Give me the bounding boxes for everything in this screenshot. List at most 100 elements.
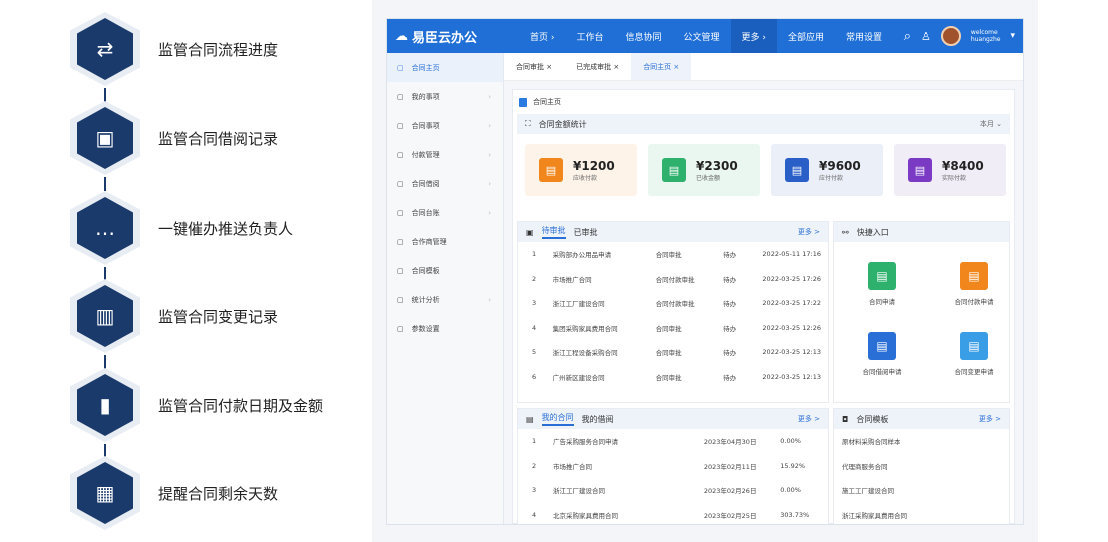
period-select[interactable]: 本月 ⌄ — [980, 119, 1002, 129]
tab-approved[interactable]: 已审批 — [574, 227, 598, 238]
table-cell: 采购部办公用品申请 — [552, 251, 612, 260]
table-cell: 合同付款审批 — [655, 300, 695, 309]
tab-my-contracts[interactable]: 我的合同 — [541, 412, 574, 426]
table-cell: 2023年02月26日 — [703, 487, 757, 496]
quick-entry[interactable]: ▤ 合同付款申请 — [944, 262, 1004, 306]
sidebar: ▢ 合同主页 ▢ 我的事项 › ▢ 合同事项 › ▢ 付款管理 › ▢ 合同借阅 › ▢ 合同台账 › ▢ 合作商管… — [387, 53, 504, 524]
table-cell: 303.73% — [780, 510, 810, 519]
nav-item[interactable]: 常用设置 — [835, 19, 893, 53]
feature-item: ▮ 监管合同付款日期及金额 — [70, 368, 323, 442]
menu-icon: ▢ — [397, 150, 404, 159]
template-item[interactable]: 代理商服务合同 — [834, 454, 1009, 479]
table-row[interactable]: 1 采购部办公用品申请 合同审批 待办 2022-05-11 17:16 — [518, 242, 828, 267]
feature-label: 一键催办推送负责人 — [158, 219, 294, 238]
template-item[interactable]: 原材料采购合同样本 — [834, 429, 1009, 454]
quick-entry[interactable]: ▤ 合同变更申请 — [944, 332, 1004, 376]
form-icon: ▤ — [868, 262, 896, 290]
top-nav-bar: ☁ 易臣云办公 首页 › 工作台 信息协同 公文管理 更多 › 全部应用 常用设置 ⌕ ♙ w… — [387, 19, 1023, 53]
template-item[interactable]: 浙江采购家具费用合同 — [834, 503, 1009, 525]
table-row[interactable]: 3 浙江工厂建设合同 合同付款审批 待办 2022-03-25 17:22 — [518, 291, 828, 316]
cloud-icon: ☁ — [395, 28, 408, 44]
quick-entry[interactable]: ▤ 合同申请 — [852, 262, 912, 306]
nav-item[interactable]: 首页 › — [519, 19, 565, 53]
org-icon[interactable]: ♙ — [921, 30, 931, 43]
nav-item[interactable]: 信息协同 — [614, 19, 672, 53]
sidebar-item-label: 合同借阅 — [411, 179, 440, 188]
sidebar-item[interactable]: ▢ 合同主页 — [387, 53, 503, 82]
tab-my-borrow[interactable]: 我的借阅 — [582, 414, 614, 425]
chevron-right-icon: › — [488, 208, 491, 217]
sidebar-item[interactable]: ▢ 合同借阅 › — [387, 169, 503, 198]
search-icon[interactable]: ⌕ — [904, 29, 911, 44]
table-row[interactable]: 3 浙江工厂建设合同 2023年02月26日 0.00% — [518, 478, 828, 503]
template-panel: ◘ 合同模板 更多 > 原材料采购合同样本 代理商服务合同 施工工厂建设合同 浙江采购家具… — [833, 408, 1010, 525]
quick-entry-panel: ⚯ 快捷入口 ▤ 合同申请 ▤ 合同付款申请 ▤ 合同借阅申请 ▤ 合同变更申请 — [833, 221, 1010, 403]
page-icon — [519, 97, 527, 107]
nav-item[interactable]: 公文管理 — [673, 19, 731, 53]
sidebar-item[interactable]: ▢ 合同模板 — [387, 256, 503, 285]
feature-item: ⇄ 监管合同流程进度 — [70, 12, 278, 86]
menu-icon: ▢ — [397, 63, 404, 72]
nav-item[interactable]: 全部应用 — [777, 19, 835, 53]
brand-logo[interactable]: ☁ 易臣云办公 — [387, 27, 519, 46]
more-link[interactable]: 更多 > — [979, 414, 1001, 424]
table-cell: 2023年04月30日 — [703, 438, 757, 447]
sidebar-item[interactable]: ▢ 统计分析 › — [387, 285, 503, 314]
template-item[interactable]: 施工工厂建设合同 — [834, 478, 1009, 503]
main-nav: 首页 › 工作台 信息协同 公文管理 更多 › 全部应用 常用设置 — [519, 19, 893, 53]
sidebar-item-label: 付款管理 — [411, 150, 440, 159]
tab-pending[interactable]: 待审批 — [541, 225, 566, 239]
table-cell: 市场推广合同 — [553, 462, 592, 471]
feature-label: 监管合同流程进度 — [158, 40, 279, 59]
more-link[interactable]: 更多 > — [798, 414, 820, 424]
sidebar-item[interactable]: ▢ 我的事项 › — [387, 82, 503, 111]
quick-entry[interactable]: ▤ 合同借阅申请 — [852, 332, 912, 376]
table-cell: 4 — [532, 510, 537, 519]
form-icon: ▤ — [960, 332, 988, 360]
page-tab[interactable]: 合同主页 × — [631, 53, 692, 80]
table-cell: 1 — [532, 250, 537, 259]
stat-card[interactable]: ▤ ¥2300 已收金额 — [648, 144, 760, 196]
sidebar-item[interactable]: ▢ 参数设置 — [387, 314, 503, 343]
table-cell: 合同审批 — [655, 251, 682, 260]
quick-entry-label: 合同申请 — [869, 298, 895, 306]
sidebar-item[interactable]: ▢ 合作商管理 — [387, 227, 503, 256]
main-content: 合同主页 ⛶ 合同金额统计 本月 ⌄ ▤ ¥1200 应收付款 ▤ ¥2300 已收金额 ▤ ¥9… — [512, 89, 1015, 524]
table-row[interactable]: 2 市场推广合同 合同付款审批 待办 2022-03-25 17:26 — [518, 267, 828, 292]
page-tab[interactable]: 已完成审批 × — [564, 53, 631, 80]
sidebar-item[interactable]: ▢ 合同台账 › — [387, 198, 503, 227]
table-row[interactable]: 1 广告采购服务合同申请 2023年04月30日 0.00% — [518, 429, 828, 454]
stat-card[interactable]: ▤ ¥1200 应收付款 — [525, 144, 637, 196]
table-row[interactable]: 5 浙江工程设备采购合同 合同审批 待办 2022-03-25 12:13 — [518, 340, 828, 365]
table-cell: 合同审批 — [655, 373, 682, 382]
nav-item[interactable]: 更多 › — [730, 19, 777, 53]
stat-icon: ▤ — [539, 158, 563, 182]
chevron-right-icon: › — [488, 92, 491, 101]
stat-card[interactable]: ▤ ¥9600 应付付款 — [771, 144, 883, 196]
table-cell: 0.00% — [780, 486, 801, 495]
table-row[interactable]: 6 广州新区建设合同 合同审批 待办 2022-03-25 12:13 — [518, 365, 828, 390]
table-row[interactable]: 4 北京采购家具费用合同 2023年02月25日 303.73% — [518, 503, 828, 525]
more-link[interactable]: 更多 > — [798, 227, 820, 237]
menu-icon: ▢ — [397, 121, 404, 130]
table-cell: 待办 — [723, 300, 737, 309]
table-row[interactable]: 2 市场推广合同 2023年02月11日 15.92% — [518, 454, 828, 479]
menu-icon: ▢ — [397, 266, 404, 275]
table-cell: 合同付款审批 — [655, 275, 695, 284]
stat-card[interactable]: ▤ ¥8400 实际付款 — [894, 144, 1006, 196]
table-row[interactable]: 4 集团采购家具费用合同 合同审批 待办 2022-03-25 12:26 — [518, 316, 828, 341]
user-menu[interactable]: welcome huangzhe — [971, 29, 1001, 43]
stat-label: 应付付款 — [819, 174, 844, 182]
template-icon: ◘ — [842, 414, 849, 424]
stat-icon: ▤ — [662, 158, 686, 182]
table-cell: 3 — [532, 486, 537, 495]
avatar[interactable] — [940, 26, 961, 46]
table-cell: 2023年02月25日 — [703, 511, 757, 520]
nav-item[interactable]: 工作台 — [565, 19, 614, 53]
table-cell: 合同审批 — [655, 324, 682, 333]
sidebar-item[interactable]: ▢ 合同事项 › — [387, 111, 503, 140]
sidebar-item[interactable]: ▢ 付款管理 › — [387, 140, 503, 169]
table-cell: 1 — [532, 437, 537, 446]
caret-down-icon[interactable]: ▾ — [1010, 31, 1015, 41]
page-tab[interactable]: 合同审批 × — [504, 53, 564, 80]
